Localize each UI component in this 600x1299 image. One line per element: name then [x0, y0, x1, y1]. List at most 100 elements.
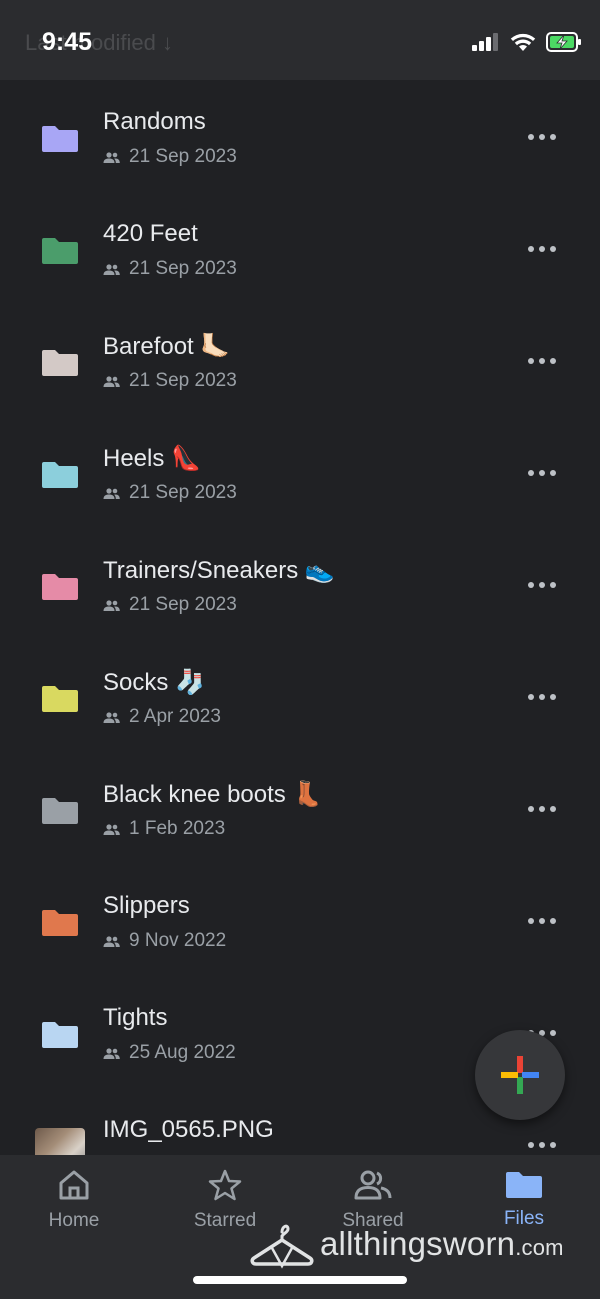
list-item[interactable]: Heels 👠 21 Sep 2023: [0, 416, 600, 528]
more-options-button[interactable]: [528, 802, 564, 816]
folder-icon: [506, 1172, 542, 1198]
file-date: 1 Feb 2023: [129, 818, 226, 839]
folder-icon: [42, 126, 78, 152]
shared-people-icon: [103, 599, 120, 611]
file-name: Barefoot 🦶🏻: [103, 333, 231, 360]
status-time: 9:45: [42, 28, 93, 56]
list-item[interactable]: Trainers/Sneakers 👟 21 Sep 2023: [0, 528, 600, 640]
dot: [528, 582, 534, 588]
file-meta: 9 Nov 2022: [103, 930, 226, 952]
file-meta: 21 Sep 2023: [103, 594, 237, 616]
shared-people-icon: [103, 263, 120, 275]
file-date: 21 Sep 2023: [129, 370, 237, 391]
new-button[interactable]: [475, 1030, 565, 1120]
folder-icon: [42, 1022, 78, 1048]
folder-icon: [42, 686, 78, 712]
file-date: 21 Sep 2023: [129, 146, 237, 167]
status-bar: Last modified ↓ 9:45: [0, 0, 600, 80]
file-meta: 21 Sep 2023: [103, 370, 237, 392]
file-date: 21 Sep 2023: [129, 258, 237, 279]
image-thumbnail: [35, 1128, 85, 1155]
dot: [550, 582, 556, 588]
file-meta: 21 Sep 2023: [103, 146, 237, 168]
file-name: Tights: [103, 1004, 168, 1031]
folder-icon: [42, 350, 78, 376]
dot: [539, 918, 545, 924]
dot: [550, 1030, 556, 1036]
dot: [528, 358, 534, 364]
list-item[interactable]: Barefoot 🦶🏻 21 Sep 2023: [0, 304, 600, 416]
file-meta: 2 Apr 2023: [103, 706, 221, 728]
file-date: 25 Aug 2022: [129, 1042, 236, 1063]
dot: [528, 918, 534, 924]
list-item[interactable]: Randoms 21 Sep 2023: [0, 80, 600, 192]
watermark-suffix: .com: [515, 1235, 564, 1260]
dot: [539, 806, 545, 812]
nav-home[interactable]: Home: [19, 1169, 129, 1232]
dot: [528, 806, 534, 812]
more-options-button[interactable]: [528, 690, 564, 704]
file-name: Heels 👠: [103, 445, 201, 472]
more-options-button[interactable]: [528, 914, 564, 928]
more-options-button[interactable]: [528, 578, 564, 592]
dot: [539, 358, 545, 364]
file-name: IMG_0565.PNG: [103, 1116, 274, 1143]
folder-icon: [42, 574, 78, 600]
dot: [539, 246, 545, 252]
list-item[interactable]: Slippers 9 Nov 2022: [0, 864, 600, 976]
dot: [539, 582, 545, 588]
watermark: allthingsworn.com: [250, 1218, 564, 1270]
file-name: Black knee boots 👢: [103, 781, 323, 808]
dot: [539, 694, 545, 700]
dot: [550, 246, 556, 252]
shared-people-icon: [103, 375, 120, 387]
file-date: 9 Nov 2022: [129, 930, 227, 951]
file-meta: 21 Sep 2023: [103, 482, 237, 504]
hanger-icon: [250, 1224, 314, 1269]
dot: [550, 470, 556, 476]
folder-icon: [42, 798, 78, 824]
plus-icon: [501, 1056, 539, 1094]
battery-charging-icon: [546, 32, 581, 52]
wifi-icon: [510, 33, 536, 51]
shared-people-icon: [103, 1047, 120, 1059]
dot: [528, 1142, 534, 1148]
status-icons: [472, 32, 582, 52]
dot: [539, 1142, 545, 1148]
file-list: Randoms 21 Sep 2023 420 Feet 21 Sep 2023…: [0, 80, 600, 1155]
folder-icon: [42, 910, 78, 936]
file-name: Randoms: [103, 108, 206, 135]
star-icon: [208, 1169, 242, 1201]
list-item[interactable]: Socks 🧦 2 Apr 2023: [0, 640, 600, 752]
dot: [528, 134, 534, 140]
dot: [528, 246, 534, 252]
dot: [528, 470, 534, 476]
more-options-button[interactable]: [528, 242, 564, 256]
dot: [550, 694, 556, 700]
file-name: Slippers: [103, 892, 190, 919]
dot: [550, 1142, 556, 1148]
more-options-button[interactable]: [528, 354, 564, 368]
file-date: 21 Sep 2023: [129, 594, 237, 615]
dot: [539, 134, 545, 140]
more-options-button[interactable]: [528, 130, 564, 144]
watermark-text: allthingsworn.com: [320, 1225, 564, 1263]
nav-home-label: Home: [48, 1210, 100, 1231]
dot: [550, 134, 556, 140]
folder-icon: [42, 238, 78, 264]
more-options-button[interactable]: [528, 466, 564, 480]
file-meta: 21 Sep 2023: [103, 258, 237, 280]
list-item[interactable]: Black knee boots 👢 1 Feb 2023: [0, 752, 600, 864]
file-meta: 25 Aug 2022: [103, 1042, 236, 1064]
shared-people-icon: [103, 935, 120, 947]
file-date: 2 Apr 2023: [129, 706, 221, 727]
shared-people-icon: [103, 487, 120, 499]
shared-people-icon: [103, 711, 120, 723]
home-indicator[interactable]: [193, 1276, 407, 1284]
shared-people-icon: [103, 151, 120, 163]
dot: [528, 694, 534, 700]
shared-people-icon: [103, 823, 120, 835]
list-item[interactable]: 420 Feet 21 Sep 2023: [0, 192, 600, 304]
more-options-button[interactable]: [528, 1138, 564, 1152]
file-name: 420 Feet: [103, 220, 198, 247]
